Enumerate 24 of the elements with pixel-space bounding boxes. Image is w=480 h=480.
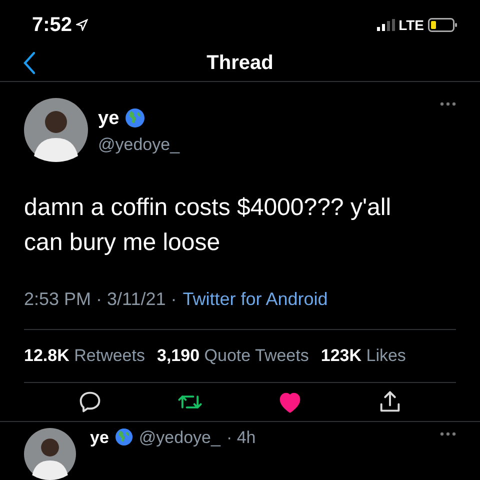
stat-count[interactable]: 123K Likes [320,343,406,369]
globe-icon [114,428,133,446]
more-icon[interactable] [440,102,456,106]
display-name: ye [98,108,120,128]
globe-icon [125,108,146,128]
stat-count[interactable]: 12.8K Retweets [24,343,145,369]
tweet-timestamp: 2:53 PM · 3/11/21 · [24,288,177,312]
user-handle: @yedoye_ [138,428,220,446]
network-label: LTE [398,16,424,35]
location-arrow-icon [76,19,88,32]
battery-icon [428,18,458,32]
avatar[interactable] [24,428,76,480]
tweet-age: · 4h [226,428,256,446]
avatar[interactable] [24,98,88,162]
user-handle: @yedoye_ [98,134,181,156]
display-name: ye [90,428,109,446]
clock-time: 7:52 [32,13,72,38]
signal-icon [376,19,395,32]
source-link[interactable]: Twitter for Android [182,286,328,314]
page-title: Thread [206,50,274,76]
back-icon[interactable] [22,50,36,75]
stat-count[interactable]: 3,190 Quote Tweets [156,343,309,369]
tweet-text: damn a coffin costs $4000??? y'all can bury me loose [23,193,392,258]
more-icon[interactable] [440,432,456,436]
